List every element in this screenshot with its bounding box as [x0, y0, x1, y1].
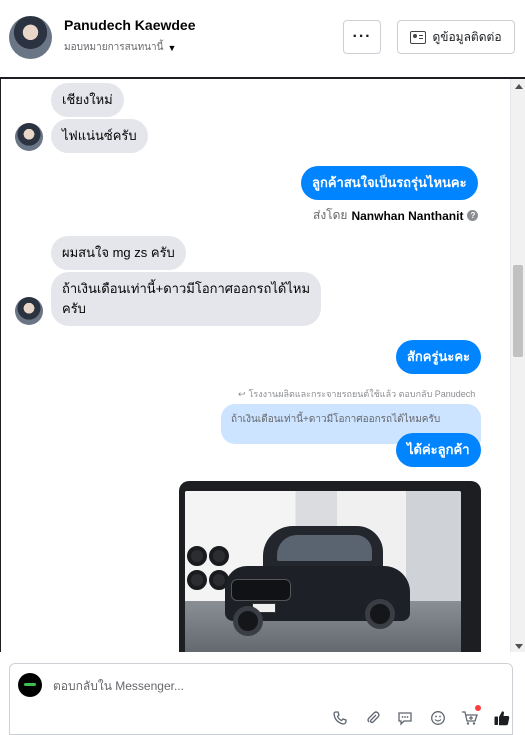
page-logo	[18, 673, 42, 697]
message-outgoing[interactable]: ลูกค้าสนใจเป็นรถรุ่นไหนคะ	[301, 166, 478, 200]
avatar[interactable]	[15, 297, 43, 325]
car-photo	[185, 491, 461, 652]
view-contact-button[interactable]: ดูข้อมูลติดต่อ	[397, 20, 515, 54]
view-contact-label: ดูข้อมูลติดต่อ	[432, 29, 502, 44]
message-composer	[9, 663, 513, 735]
conversation-header: Panudech Kaewdee มอบหมายการสนทนานี้ ▼ ··…	[0, 0, 525, 78]
contact-card-icon	[410, 30, 427, 44]
scroll-up-arrow[interactable]	[515, 84, 523, 89]
avatar[interactable]	[9, 16, 52, 59]
message-thread: เชียงใหม่ ไฟแน่นซ์ครับ ลูกค้าสนใจเป็นรถร…	[0, 77, 525, 652]
scrollbar-thumb[interactable]	[513, 265, 523, 357]
reply-input[interactable]	[53, 676, 473, 696]
reply-hint: ↩ โรงงานผลิตและกระจายรถยนต์ใช้แล้ว ตอบกล…	[238, 387, 475, 401]
assign-label: มอบหมายการสนทนานี้	[64, 42, 164, 53]
notification-dot	[475, 705, 481, 711]
cart-plus-icon[interactable]	[460, 705, 481, 728]
sent-by-prefix: ส่งโดย	[313, 208, 348, 222]
scroll-down-arrow[interactable]	[515, 644, 523, 649]
contact-name[interactable]: Panudech Kaewdee	[64, 17, 196, 33]
messenger-conversation: Panudech Kaewdee มอบหมายการสนทนานี้ ▼ ··…	[0, 0, 525, 735]
help-icon[interactable]: ?	[467, 210, 479, 221]
image-attachment[interactable]	[179, 481, 481, 652]
reply-arrow-icon: ↩	[238, 388, 246, 399]
reply-hint-text: โรงงานผลิตและกระจายรถยนต์ใช้แล้ว ตอบกลับ…	[248, 389, 476, 399]
avatar[interactable]	[15, 123, 43, 151]
thumbs-up-icon[interactable]	[492, 708, 512, 728]
sent-by-name: Nanwhan Nanthanit	[351, 208, 464, 223]
message-outgoing[interactable]: สักครู่นะคะ	[396, 340, 482, 374]
message-outgoing[interactable]: ได้ค่ะลูกค้า	[396, 433, 481, 467]
message-line: ครับ	[62, 301, 86, 316]
smiley-icon[interactable]	[428, 708, 448, 728]
chat-bubble-icon[interactable]	[395, 708, 415, 728]
sent-by-label: ส่งโดย Nanwhan Nanthanit ?	[313, 206, 479, 225]
message-line: ถ้าเงินเดือนเท่านี้+ดาวมีโอกาศออกรถได้ไห…	[62, 281, 311, 296]
message-incoming[interactable]: ไฟแน่นซ์ครับ	[51, 119, 148, 153]
message-incoming[interactable]: ผมสนใจ mg zs ครับ	[51, 236, 186, 270]
message-incoming[interactable]: เชียงใหม่	[51, 83, 124, 117]
more-options-button[interactable]: ···	[343, 20, 381, 54]
assign-conversation[interactable]: มอบหมายการสนทนานี้ ▼	[64, 40, 176, 55]
message-incoming[interactable]: ถ้าเงินเดือนเท่านี้+ดาวมีโอกาศออกรถได้ไห…	[51, 272, 322, 326]
phone-icon[interactable]	[330, 708, 350, 728]
composer-toolbar	[320, 705, 512, 730]
chevron-down-icon: ▼	[167, 42, 177, 53]
paperclip-icon[interactable]	[363, 708, 383, 728]
scrollbar[interactable]	[510, 79, 525, 652]
